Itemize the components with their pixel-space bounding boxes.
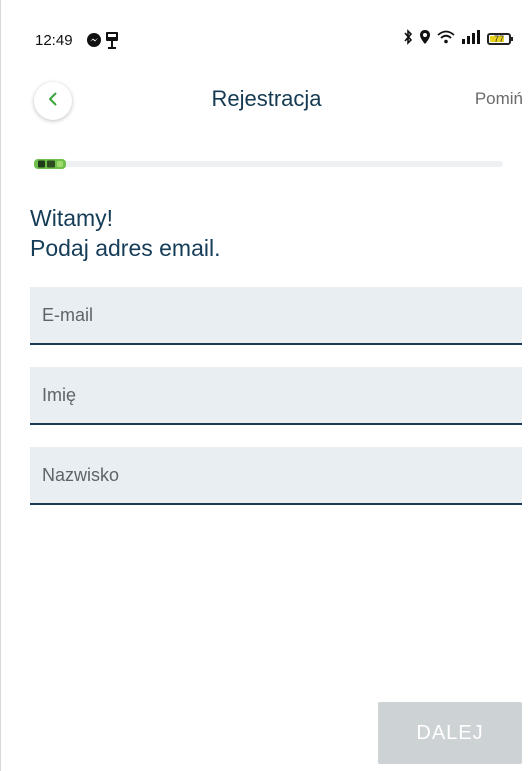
last-name-field [30, 447, 522, 505]
email-field [30, 287, 522, 345]
messenger-icon [86, 32, 102, 53]
progress-bar [37, 161, 503, 167]
status-time: 12:49 [35, 32, 73, 49]
email-input[interactable] [30, 287, 522, 343]
last-name-input[interactable] [30, 447, 522, 503]
battery-tip [511, 37, 513, 41]
location-icon [419, 29, 431, 50]
welcome-line-2: Podaj adres email. [30, 235, 221, 261]
wifi-icon [437, 30, 455, 49]
first-name-field [30, 367, 522, 425]
page-title: Rejestracja [211, 86, 322, 111]
signal-icon [461, 29, 481, 49]
bluetooth-icon [403, 28, 413, 50]
status-icons-right: 77 [403, 28, 513, 50]
skip-link[interactable]: Pomiń [475, 89, 523, 109]
first-name-input[interactable] [30, 367, 522, 423]
phone-screen: 12:49 77 Rejestracja Pomiń Witamy! Podaj… [0, 0, 531, 771]
battery-level: 77 [493, 34, 504, 44]
next-button[interactable]: DALEJ [378, 702, 522, 764]
parking-meter-icon [105, 31, 119, 54]
welcome-line-1: Witamy! [30, 205, 114, 231]
battery-icon: 77 [487, 33, 513, 45]
welcome-heading: Witamy! Podaj adres email. [30, 203, 221, 263]
status-bar: 12:49 77 [1, 0, 531, 84]
car-icon [33, 157, 67, 176]
